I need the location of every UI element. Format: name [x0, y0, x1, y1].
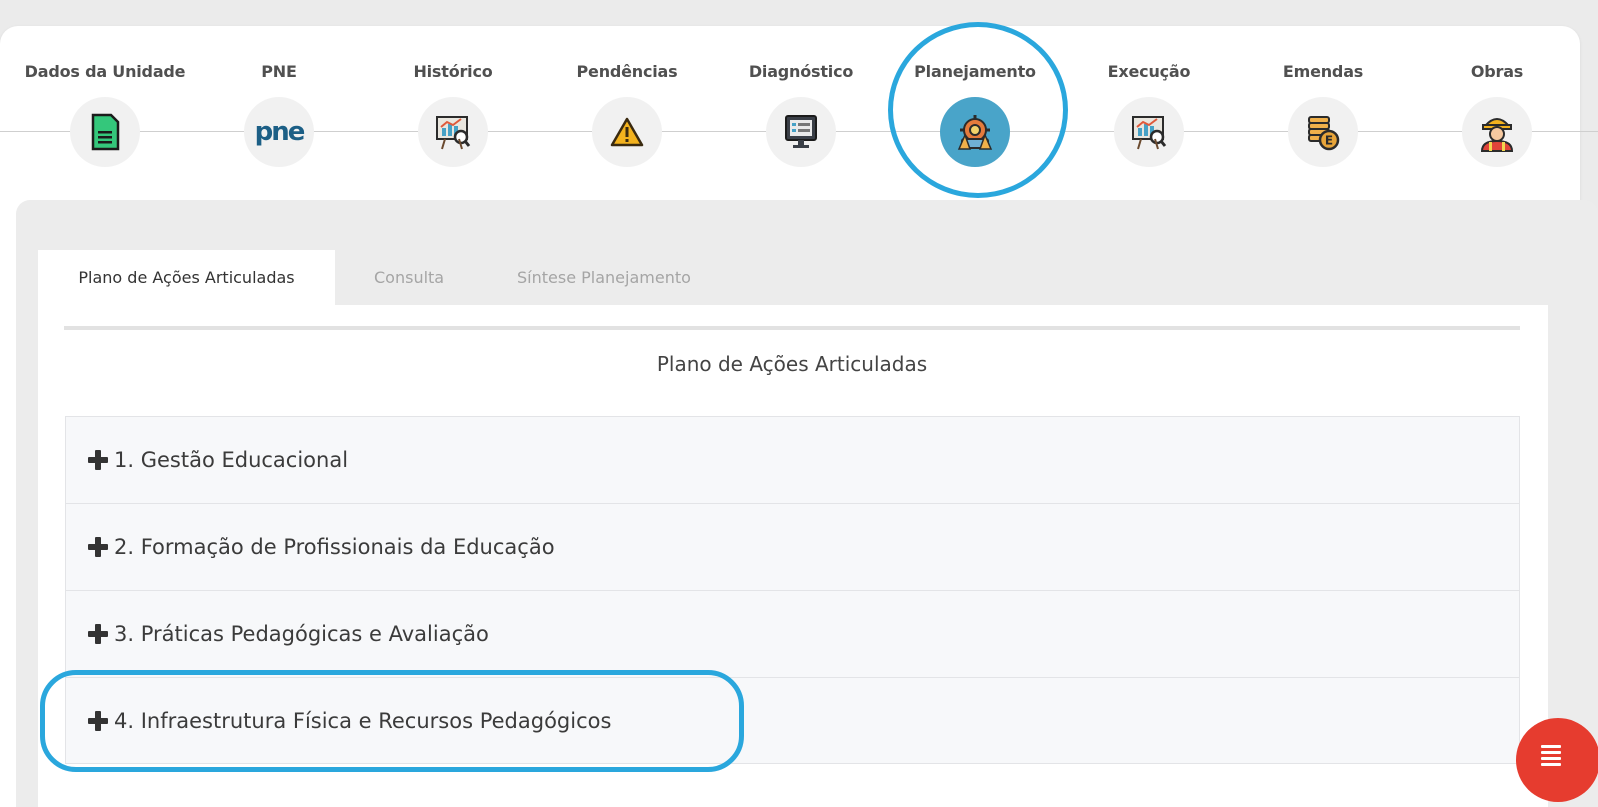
step-pendencias[interactable]: Pendências	[542, 0, 712, 200]
accordion: 1. Gestão Educacional 2. Formação de Pro…	[65, 416, 1520, 764]
plus-icon	[88, 710, 108, 731]
menu-lines-icon	[1541, 745, 1561, 769]
step-label: Obras	[1470, 62, 1524, 81]
accordion-item-infraestrutura-fisica[interactable]: 4. Infraestrutura Física e Recursos Peda…	[65, 677, 1520, 764]
plus-icon	[88, 450, 108, 470]
tab-sintese-planejamento[interactable]: Síntese Planejamento	[483, 250, 725, 305]
accordion-item-formacao-profissionais[interactable]: 2. Formação de Profissionais da Educação	[65, 503, 1520, 590]
step-diagnostico[interactable]: Diagnóstico	[716, 0, 886, 200]
step-obras[interactable]: Obras	[1412, 0, 1582, 200]
accordion-item-label: 4. Infraestrutura Física e Recursos Peda…	[114, 708, 612, 733]
warning-icon	[592, 97, 662, 167]
chart-board-search-icon	[418, 97, 488, 167]
accordion-item-label: 2. Formação de Profissionais da Educação	[114, 535, 555, 559]
accordion-item-label: 1. Gestão Educacional	[114, 448, 349, 472]
planning-gear-icon	[940, 97, 1010, 167]
accordion-item-gestao-educacional[interactable]: 1. Gestão Educacional	[65, 416, 1520, 503]
step-emendas[interactable]: Emendas E	[1238, 0, 1408, 200]
step-historico[interactable]: Histórico	[368, 0, 538, 200]
document-icon	[70, 97, 140, 167]
plus-icon	[88, 624, 108, 644]
tab-plano-de-acoes-articuladas[interactable]: Plano de Ações Articuladas	[38, 250, 335, 305]
step-navigation: Dados da Unidade PNE pne Histórico Pendê…	[0, 0, 1598, 200]
step-dados-da-unidade[interactable]: Dados da Unidade	[20, 0, 190, 200]
step-label: Planejamento	[914, 62, 1036, 81]
step-label: Histórico	[413, 62, 493, 81]
divider	[64, 326, 1520, 330]
tab-consulta[interactable]: Consulta	[340, 250, 478, 305]
step-label: PNE	[261, 62, 297, 81]
step-planejamento[interactable]: Planejamento	[890, 0, 1060, 200]
step-label: Pendências	[576, 62, 678, 81]
pne-logo-text: pne	[254, 117, 306, 147]
accordion-item-praticas-pedagogicas[interactable]: 3. Práticas Pedagógicas e Avaliação	[65, 590, 1520, 677]
monitor-report-icon	[766, 97, 836, 167]
step-label: Dados da Unidade	[24, 62, 186, 81]
plus-icon	[88, 537, 108, 557]
step-label: Execução	[1107, 62, 1191, 81]
coins-icon: E	[1288, 97, 1358, 167]
chart-board-search-icon	[1114, 97, 1184, 167]
step-execucao[interactable]: Execução	[1064, 0, 1234, 200]
construction-worker-icon	[1462, 97, 1532, 167]
accordion-item-label: 3. Práticas Pedagógicas e Avaliação	[114, 622, 489, 646]
section-title: Plano de Ações Articuladas	[656, 352, 928, 376]
pne-logo-icon: pne	[244, 97, 314, 167]
step-pne[interactable]: PNE pne	[194, 0, 364, 200]
step-label: Emendas	[1282, 62, 1364, 81]
svg-text:E: E	[1325, 134, 1333, 148]
step-label: Diagnóstico	[748, 62, 854, 81]
